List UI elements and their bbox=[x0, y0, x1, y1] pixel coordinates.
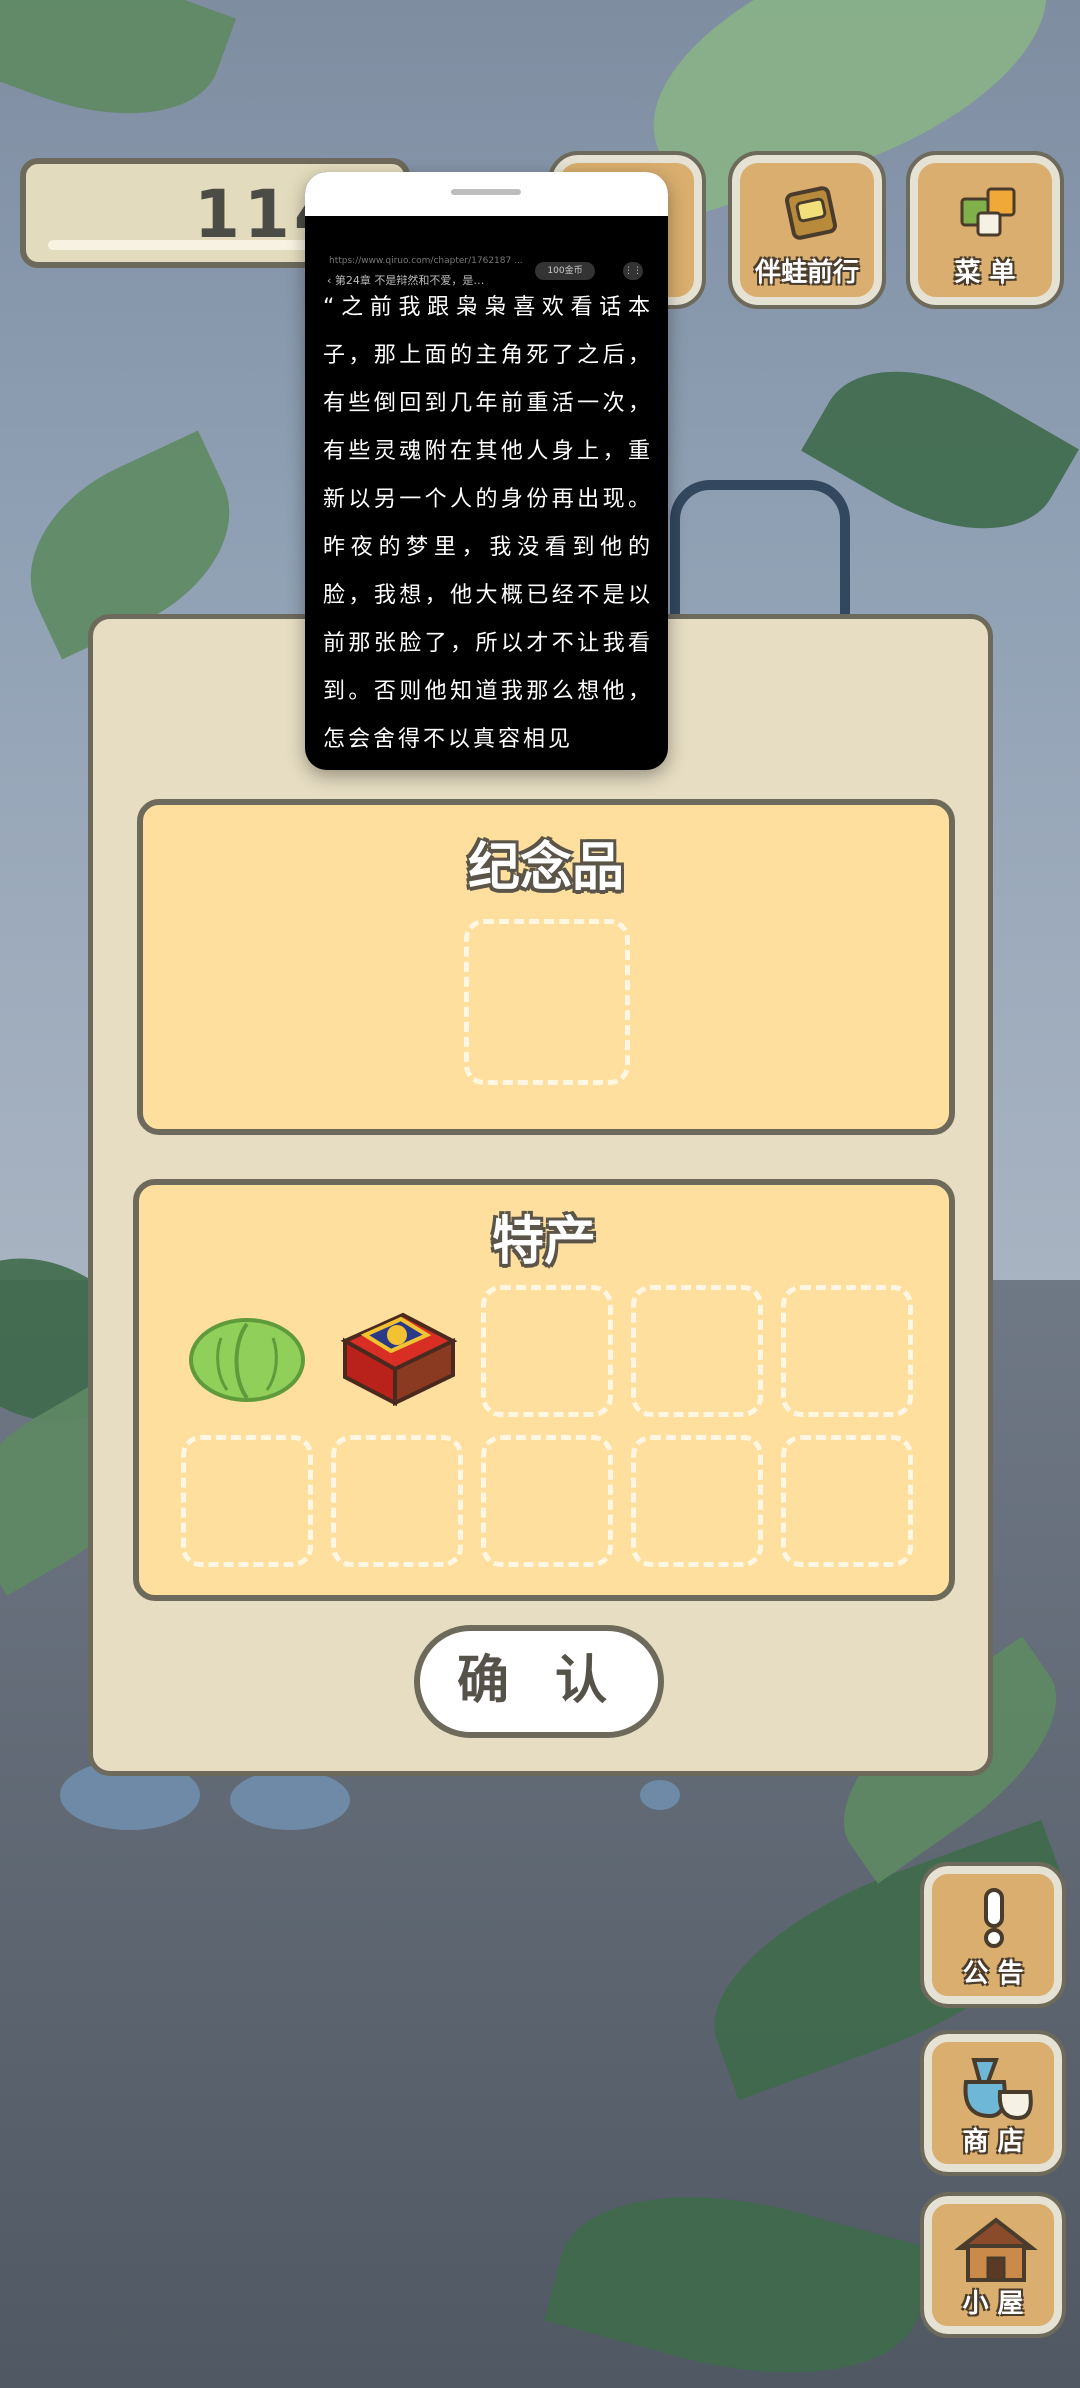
album-button[interactable]: 伴蛙前行 bbox=[728, 151, 886, 309]
album-icon bbox=[785, 186, 837, 240]
specialty-slot[interactable] bbox=[631, 1285, 763, 1417]
shop-button[interactable]: 商 店 bbox=[920, 2030, 1066, 2176]
specialty-slot[interactable] bbox=[481, 1285, 613, 1417]
menu-button[interactable]: 菜 单 bbox=[906, 151, 1064, 309]
specialty-slot[interactable] bbox=[181, 1435, 313, 1567]
notice-button[interactable]: 公 告 bbox=[920, 1862, 1066, 2008]
rock-decoration bbox=[230, 1770, 350, 1830]
reader-url: https://www.qiruo.com/chapter/1762187 ..… bbox=[329, 256, 523, 266]
specialty-title: 特产 bbox=[491, 1212, 596, 1272]
travel-prep-panel: 纪念品 特产 bbox=[88, 614, 993, 1776]
specialty-slot[interactable] bbox=[331, 1435, 463, 1567]
album-button-label: 伴蛙前行 bbox=[754, 258, 859, 288]
cabbage-icon[interactable] bbox=[181, 1290, 313, 1422]
menu-button-label: 菜 单 bbox=[954, 258, 1016, 288]
exclamation-icon bbox=[984, 1888, 1004, 1948]
house-icon bbox=[954, 2217, 1038, 2282]
specialty-slot[interactable] bbox=[781, 1285, 913, 1417]
souvenir-slot[interactable] bbox=[464, 919, 630, 1085]
souvenir-box: 纪念品 bbox=[137, 799, 955, 1135]
specialty-box: 特产 bbox=[133, 1179, 955, 1601]
specialty-slot[interactable] bbox=[781, 1435, 913, 1567]
specialty-slot[interactable] bbox=[631, 1435, 763, 1567]
notice-button-label: 公 告 bbox=[962, 1959, 1024, 1989]
bags-icon bbox=[963, 2058, 1033, 2121]
shop-button-label: 商 店 bbox=[962, 2127, 1024, 2157]
more-options-icon[interactable]: ⋮⋮ bbox=[623, 262, 643, 280]
confirm-button[interactable]: 确 认 bbox=[414, 1625, 664, 1738]
rock-decoration bbox=[640, 1780, 680, 1810]
house-button-label: 小 屋 bbox=[962, 2289, 1024, 2319]
floating-window-header[interactable] bbox=[305, 172, 668, 216]
menu-cards-icon bbox=[960, 187, 1016, 237]
gift-box-icon[interactable] bbox=[331, 1285, 463, 1417]
house-button[interactable]: 小 屋 bbox=[920, 2192, 1066, 2338]
floating-reader-window[interactable]: https://www.qiruo.com/chapter/1762187 ..… bbox=[305, 172, 668, 770]
reader-body-text: “之前我跟枭枭喜欢看话本子，那上面的主角死了之后，有些倒回到几年前重活一次，有些… bbox=[323, 295, 653, 752]
counter-bar bbox=[48, 240, 328, 250]
coin-pill[interactable]: 100金币 bbox=[535, 262, 595, 280]
specialty-slot[interactable] bbox=[481, 1435, 613, 1567]
drag-handle[interactable] bbox=[451, 189, 521, 195]
souvenir-title: 纪念品 bbox=[467, 838, 624, 898]
